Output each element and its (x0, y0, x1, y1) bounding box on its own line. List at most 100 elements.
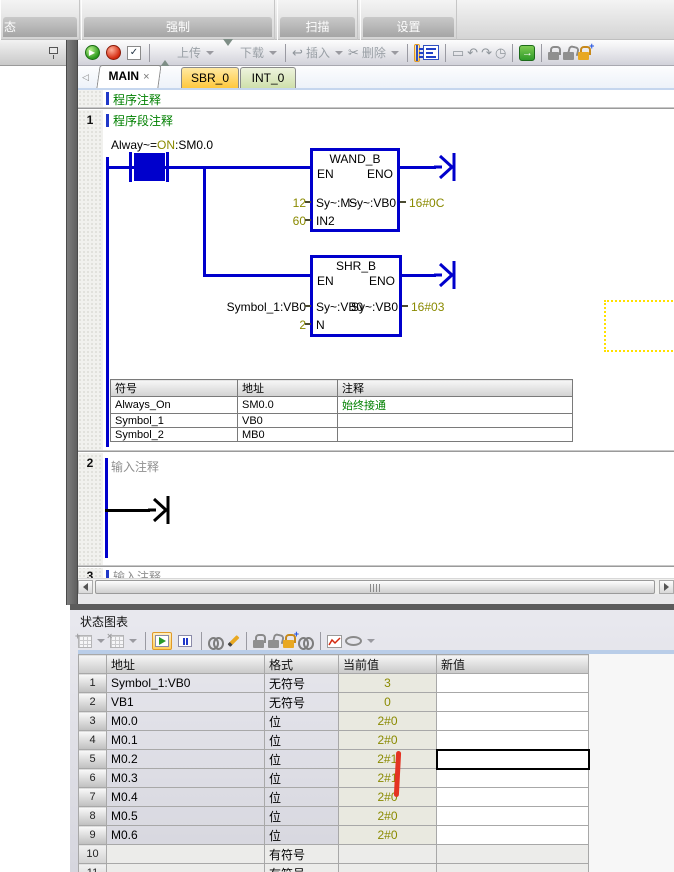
program-status-button[interactable] (414, 44, 420, 62)
tab-int0[interactable]: INT_0 (240, 67, 296, 88)
current-value-cell[interactable]: 3 (339, 674, 437, 693)
new-value-cell[interactable] (437, 826, 589, 845)
current-value-cell[interactable] (339, 845, 437, 864)
force-new-icon[interactable]: + (283, 634, 295, 648)
row-number-button[interactable]: 9 (79, 826, 107, 845)
run-button[interactable]: ▶ (83, 44, 101, 62)
address-cell[interactable] (107, 845, 265, 864)
new-value-cell[interactable] (437, 674, 589, 693)
symbol-table-cell[interactable]: Symbol_2 (111, 428, 238, 442)
upload-label[interactable]: 上传 (177, 44, 201, 61)
panel-splitter[interactable] (70, 604, 674, 610)
oval-toggle-icon[interactable] (345, 636, 362, 646)
format-cell[interactable]: 位 (265, 807, 339, 826)
delete-dropdown-icon[interactable] (391, 51, 399, 55)
download-label[interactable]: 下载 (240, 44, 264, 61)
clock-icon[interactable]: ◷ (495, 45, 506, 61)
insert-row-icon[interactable]: + (78, 635, 92, 648)
delete-row-dropdown-icon[interactable] (129, 639, 137, 643)
download-button[interactable] (219, 44, 237, 62)
format-cell[interactable]: 位 (265, 731, 339, 750)
current-value-cell[interactable] (339, 864, 437, 872)
row-number-button[interactable]: 7 (79, 788, 107, 807)
ribbon-group-settings-label[interactable]: 设置 (363, 17, 454, 37)
lock-icon[interactable] (548, 46, 560, 60)
format-cell[interactable]: 有符号 (265, 845, 339, 864)
contact-powered-fill[interactable] (134, 153, 165, 181)
network-2-comment[interactable]: 输入注释 (111, 458, 159, 475)
address-cell[interactable]: VB1 (107, 693, 265, 712)
address-cell[interactable]: M0.5 (107, 807, 265, 826)
format-cell[interactable]: 无符号 (265, 693, 339, 712)
current-value-cell[interactable]: 2#1 (339, 750, 437, 769)
oval-dropdown-icon[interactable] (367, 639, 375, 643)
address-cell[interactable] (107, 864, 265, 872)
scroll-left-button[interactable] (78, 580, 93, 594)
symbol-table-cell[interactable]: SM0.0 (238, 397, 338, 414)
read-all-icon[interactable] (208, 636, 224, 647)
symbol-table-cell[interactable]: VB0 (238, 414, 338, 428)
insert-label[interactable]: 插入 (306, 44, 330, 61)
new-value-cell[interactable] (437, 750, 589, 769)
row-number-button[interactable]: 6 (79, 769, 107, 788)
row-number-button[interactable]: 1 (79, 674, 107, 693)
symbol-table-cell[interactable] (338, 414, 573, 428)
tab-main[interactable]: MAIN× (96, 65, 161, 88)
current-value-cell[interactable]: 2#0 (339, 788, 437, 807)
pin-icon[interactable] (49, 47, 58, 54)
address-cell[interactable]: M0.4 (107, 788, 265, 807)
address-cell[interactable]: Symbol_1:VB0 (107, 674, 265, 693)
tab-close-icon[interactable]: × (143, 71, 149, 83)
tab-sbr0[interactable]: SBR_0 (181, 67, 239, 88)
tab-scroll-left-icon[interactable]: ◁ (82, 72, 89, 83)
address-cell[interactable]: M0.1 (107, 731, 265, 750)
compile-check-button[interactable]: ✓ (125, 44, 143, 62)
scroll-right-button[interactable] (659, 580, 674, 594)
program-comment[interactable]: 程序注释 (113, 91, 161, 108)
new-value-cell[interactable] (437, 788, 589, 807)
insert-dropdown-icon[interactable] (335, 51, 343, 55)
address-cell[interactable]: M0.2 (107, 750, 265, 769)
format-cell[interactable]: 位 (265, 788, 339, 807)
address-cell[interactable]: M0.6 (107, 826, 265, 845)
pane-splitter[interactable] (66, 40, 78, 605)
network-1-comment[interactable]: 程序段注释 (113, 112, 173, 129)
format-cell[interactable]: 位 (265, 712, 339, 731)
unforce-icon[interactable] (268, 634, 280, 648)
stop-button[interactable] (104, 44, 122, 62)
network-3-comment[interactable]: 输入注释 (113, 568, 161, 578)
upload-button[interactable] (156, 44, 174, 62)
new-value-cell[interactable] (437, 712, 589, 731)
format-cell[interactable]: 有符号 (265, 864, 339, 872)
single-scan-button[interactable]: → (519, 45, 535, 61)
new-value-cell[interactable] (437, 807, 589, 826)
current-value-cell[interactable]: 2#0 (339, 712, 437, 731)
ladder-editor[interactable]: 程序注释 1 程序段注释 Alway~=ON:SM0.0 WAND_B EN E… (78, 90, 674, 578)
symbol-table-cell[interactable]: Always_On (111, 397, 238, 414)
read-forced-icon[interactable] (298, 636, 314, 647)
format-cell[interactable]: 位 (265, 750, 339, 769)
row-number-button[interactable]: 5 (79, 750, 107, 769)
row-number-button[interactable]: 3 (79, 712, 107, 731)
current-value-cell[interactable]: 2#0 (339, 826, 437, 845)
address-cell[interactable]: M0.0 (107, 712, 265, 731)
new-value-cell[interactable] (437, 731, 589, 750)
row-number-button[interactable]: 10 (79, 845, 107, 864)
row-number-button[interactable]: 4 (79, 731, 107, 750)
new-value-cell[interactable] (437, 864, 589, 872)
row-number-button[interactable]: 11 (79, 864, 107, 872)
trend-view-icon[interactable] (327, 635, 342, 648)
format-cell[interactable]: 位 (265, 826, 339, 845)
symbol-table-cell[interactable]: Symbol_1 (111, 414, 238, 428)
upload-dropdown-icon[interactable] (206, 51, 214, 55)
chart-status-on-button[interactable] (152, 632, 172, 650)
delete-label[interactable]: 删除 (362, 44, 386, 61)
address-cell[interactable]: M0.3 (107, 769, 265, 788)
delete-row-icon[interactable]: × (110, 635, 124, 648)
pause-status-icon[interactable]: ▭ (452, 45, 464, 61)
chart-status-button[interactable] (423, 45, 439, 60)
editor-hscrollbar[interactable] (78, 578, 674, 594)
current-value-cell[interactable]: 0 (339, 693, 437, 712)
ribbon-group-status-label[interactable]: 态 (3, 17, 77, 37)
format-cell[interactable]: 位 (265, 769, 339, 788)
